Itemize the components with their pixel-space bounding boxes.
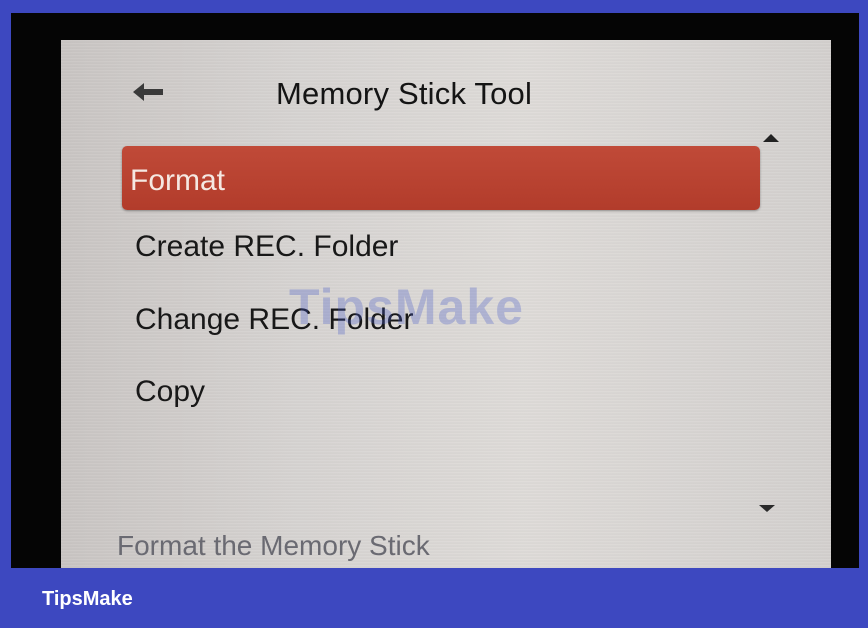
arrow-left-icon (133, 83, 163, 101)
image-frame: Memory Stick Tool Format Create REC. Fol… (0, 0, 868, 628)
menu-item-format[interactable]: Format (122, 146, 760, 210)
menu-item-create-rec-folder[interactable]: Create REC. Folder (122, 216, 760, 280)
footer-brand-label: TipsMake (42, 588, 133, 610)
help-hint-text: Format the Memory Stick (117, 530, 430, 561)
watermark-logo: TipsMake (289, 279, 524, 335)
scroll-down-icon[interactable] (759, 505, 775, 512)
screen-title: Memory Stick Tool (276, 76, 533, 111)
menu-item-label: Create REC. Folder (135, 230, 399, 263)
scroll-up-icon[interactable] (763, 134, 779, 142)
menu-item-label: Format (130, 164, 226, 197)
menu-item-copy[interactable]: Copy (122, 361, 760, 425)
back-button[interactable] (131, 80, 167, 104)
menu-item-label: Copy (135, 375, 206, 408)
